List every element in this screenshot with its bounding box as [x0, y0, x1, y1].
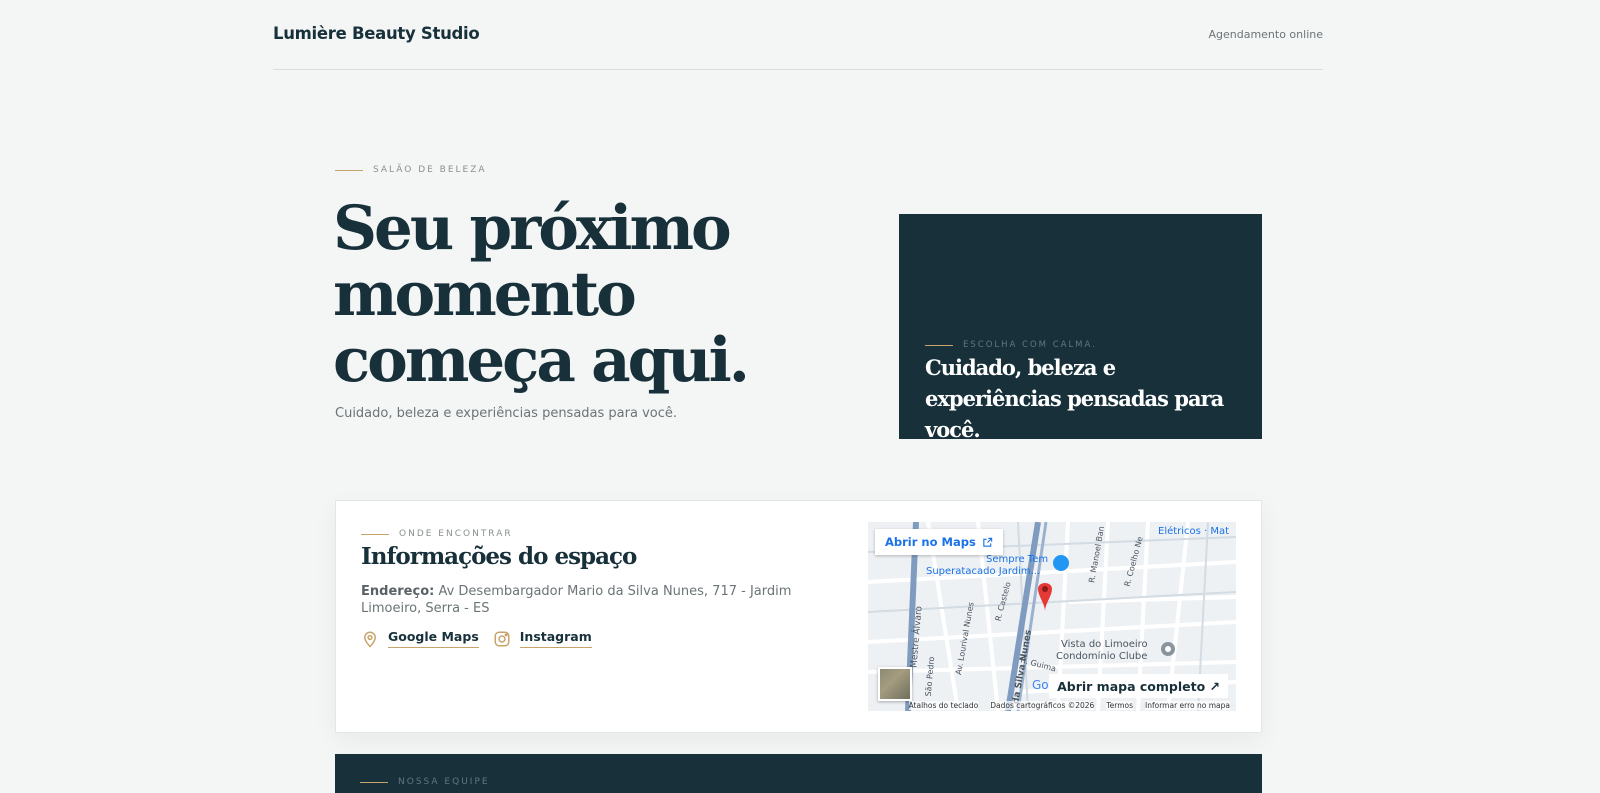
- open-full-map-button[interactable]: Abrir mapa completo ↗: [1049, 674, 1228, 698]
- hero-subtitle: Cuidado, beleza e experiências pensadas …: [335, 406, 678, 421]
- instagram-link[interactable]: Instagram: [493, 629, 592, 648]
- map-label-club: Vista do Limoeiro: [1061, 639, 1148, 650]
- hero-eyebrow: SALÃO DE BELEZA: [335, 165, 487, 175]
- team-section: NOSSA EQUIPE: [335, 754, 1262, 793]
- instagram-icon: [493, 630, 511, 648]
- eyebrow-line: [361, 533, 389, 535]
- map-pin-icon: [361, 630, 379, 648]
- hero-card-title: Cuidado, beleza e experiências pensadas …: [925, 355, 1224, 442]
- hero-card-eyebrow: ESCOLHA COM CALMA.: [925, 340, 1097, 350]
- online-booking-link[interactable]: Agendamento online: [1208, 28, 1323, 41]
- map-label-club: Condomínio Clube: [1056, 651, 1148, 662]
- instagram-label: Instagram: [519, 629, 592, 648]
- brand-logo[interactable]: Lumière Beauty Studio: [273, 24, 480, 43]
- keyboard-shortcuts-link[interactable]: Atalhos do teclado: [908, 701, 979, 710]
- team-eyebrow: NOSSA EQUIPE: [360, 777, 490, 787]
- address-label: Endereço:: [361, 584, 435, 599]
- map-label-poi: Superatacado Jardim...: [926, 566, 1041, 577]
- open-in-maps-label: Abrir no Maps: [885, 535, 976, 549]
- hero-title: Seu próximo momento começa aqui.: [333, 193, 750, 396]
- map-footer: Atalhos do teclado Dados cartográficos ©…: [868, 700, 1236, 711]
- hero-card: ESCOLHA COM CALMA. Cuidado, beleza e exp…: [899, 214, 1262, 442]
- address: Endereço: Av Desembargador Mario da Silv…: [361, 583, 841, 617]
- eyebrow-line: [925, 344, 953, 346]
- external-link-icon: [983, 537, 992, 547]
- info-eyebrow-text: ONDE ENCONTRAR: [399, 529, 513, 539]
- hero-card-eyebrow-text: ESCOLHA COM CALMA.: [963, 340, 1097, 350]
- open-in-maps-button[interactable]: Abrir no Maps: [875, 529, 1003, 555]
- terms-link[interactable]: Termos: [1106, 701, 1134, 710]
- team-eyebrow-text: NOSSA EQUIPE: [398, 777, 490, 787]
- google-maps-link[interactable]: Google Maps: [361, 629, 479, 648]
- info-links: Google Maps Instagram: [361, 629, 606, 648]
- eyebrow-line: [335, 169, 363, 171]
- info-title: Informações do espaço: [361, 543, 637, 570]
- satellite-toggle[interactable]: [878, 667, 912, 701]
- map-label-poi: Elétricos · Mat: [1158, 526, 1230, 537]
- map-label-poi: Sempre Tem: [986, 554, 1049, 565]
- hero-eyebrow-text: SALÃO DE BELEZA: [373, 165, 487, 175]
- info-section: ONDE ENCONTRAR Informações do espaço End…: [335, 500, 1262, 733]
- google-maps-label: Google Maps: [388, 629, 479, 648]
- map-data-credit: Dados cartográficos ©2026: [990, 701, 1095, 710]
- report-error-link[interactable]: Informar erro no mapa: [1145, 701, 1230, 710]
- embedded-map[interactable]: Sempre Tem Superatacado Jardim... Elétri…: [868, 522, 1236, 711]
- eyebrow-line: [360, 781, 388, 783]
- info-eyebrow: ONDE ENCONTRAR: [361, 529, 513, 539]
- site-header: Lumière Beauty Studio Agendamento online: [273, 0, 1323, 70]
